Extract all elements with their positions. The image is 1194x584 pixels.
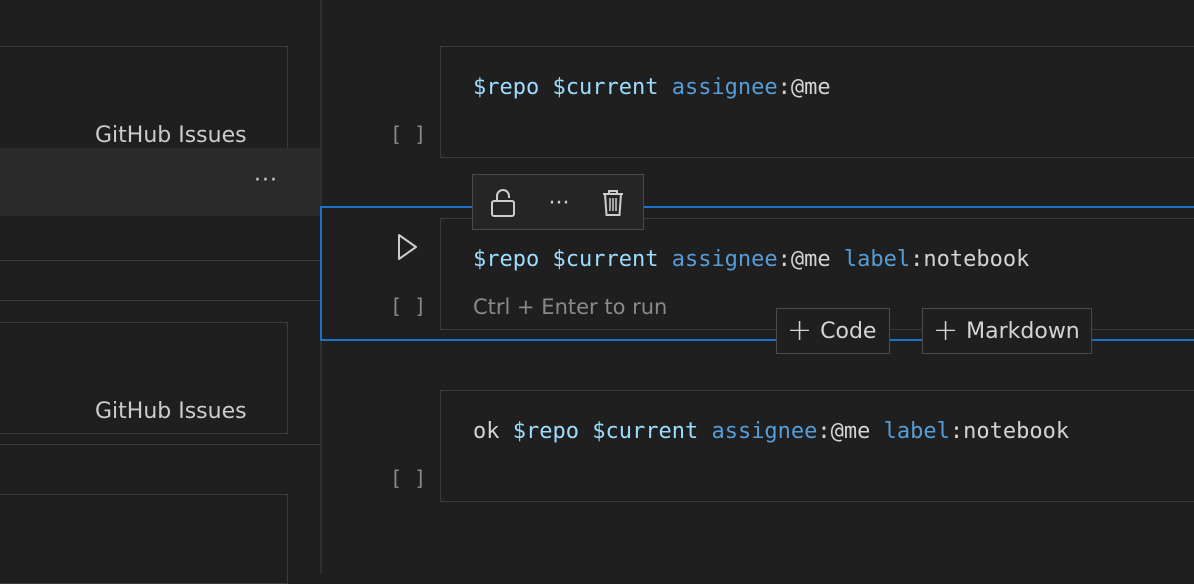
sidebar-divider-line	[0, 260, 320, 261]
add-markdown-label: Markdown	[966, 318, 1080, 344]
add-code-label: Code	[820, 318, 877, 344]
code-token: $current	[552, 247, 659, 272]
notebook-cell-3[interactable]: ok $repo $current assignee:@me label:not…	[440, 390, 1194, 502]
code-token: :@me	[777, 75, 831, 100]
code-token: assignee	[671, 247, 778, 272]
sidebar-item-label: GitHub Issues	[95, 123, 247, 148]
cell-toolbar: ···	[472, 174, 644, 230]
run-hint: Ctrl + Enter to run	[473, 295, 668, 319]
add-markdown-cell-button[interactable]: + Markdown	[922, 308, 1092, 354]
code-token: $repo	[473, 75, 540, 100]
plus-icon: +	[787, 313, 813, 348]
add-code-cell-button[interactable]: + Code	[776, 308, 890, 354]
code-token: $repo	[512, 419, 579, 444]
plus-icon: +	[933, 313, 959, 348]
trash-icon[interactable]	[595, 185, 631, 221]
cell-code[interactable]: ok $repo $current assignee:@me label:not…	[473, 419, 1069, 444]
code-token: assignee	[671, 75, 778, 100]
code-token: :@me	[817, 419, 884, 444]
sidebar-divider-line	[0, 300, 320, 301]
code-token: label	[843, 247, 911, 272]
code-token: :notebook	[949, 419, 1070, 444]
sidebar-selected-row[interactable]: ···	[0, 148, 320, 216]
sidebar-divider-line	[0, 444, 320, 445]
sidebar-item-label: GitHub Issues	[95, 399, 247, 424]
code-token: :@me	[777, 247, 844, 272]
code-token: $repo	[473, 247, 540, 272]
code-token: $current	[552, 75, 659, 100]
run-cell-icon[interactable]	[394, 230, 422, 264]
code-token: :notebook	[910, 247, 1030, 272]
cell-execution-count: [ ]	[390, 294, 427, 318]
more-actions-button[interactable]: ···	[541, 185, 577, 221]
code-token: $current	[592, 419, 699, 444]
cell-focus-border	[320, 206, 322, 341]
code-token: label	[883, 419, 950, 444]
sidebar-more-button[interactable]: ···	[254, 168, 278, 193]
sidebar-item-box[interactable]: GitHub Issues	[0, 322, 288, 434]
cell-code[interactable]: $repo $current assignee:@me label:notebo…	[473, 247, 1029, 272]
sidebar-item-box[interactable]	[0, 494, 288, 584]
cell-focus-border	[320, 206, 1194, 208]
code-token: ok	[473, 419, 513, 444]
sidebar-item-box[interactable]: GitHub Issues	[0, 46, 288, 150]
cell-execution-count: [ ]	[390, 466, 427, 490]
notebook-cell-1[interactable]: $repo $current assignee:@me	[440, 46, 1194, 158]
cell-code[interactable]: $repo $current assignee:@me	[473, 75, 831, 100]
code-token: assignee	[711, 419, 818, 444]
unlock-icon[interactable]	[485, 185, 521, 221]
cell-execution-count: [ ]	[390, 122, 427, 146]
